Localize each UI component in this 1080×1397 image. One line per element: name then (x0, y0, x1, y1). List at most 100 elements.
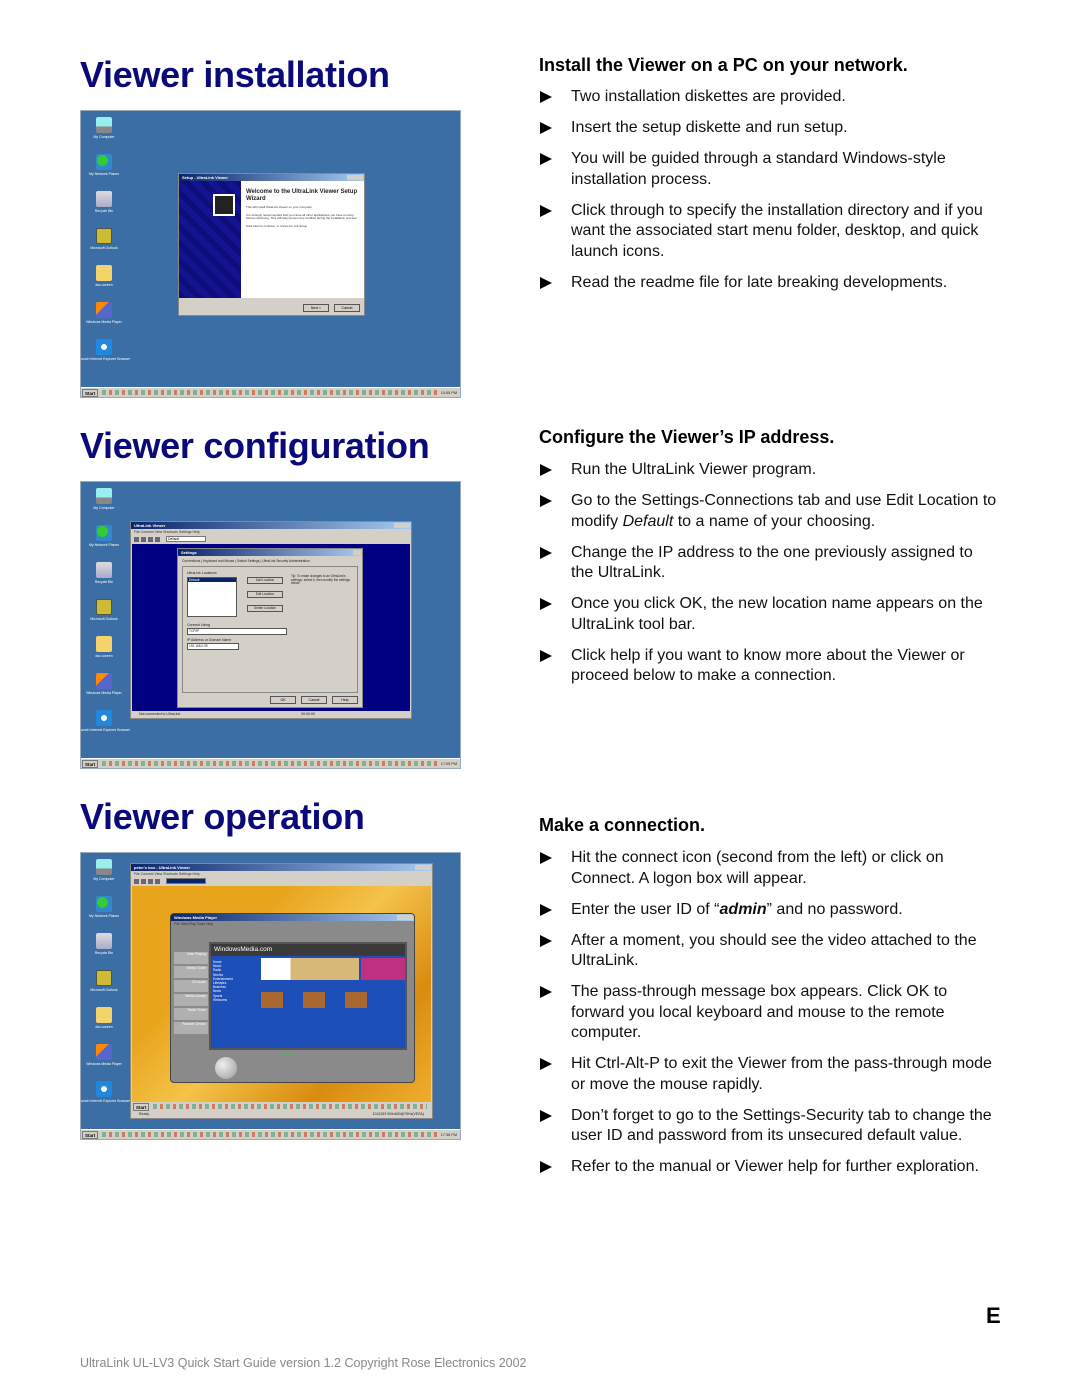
desktop-icon: My Network Places (81, 523, 127, 560)
wizard-body: Welcome to the UltraLink Viewer Setup Wi… (241, 181, 364, 298)
page-letter: E (986, 1303, 1001, 1328)
internet-explorer-icon (96, 710, 112, 726)
start-button: Start (82, 388, 99, 397)
desktop-icon: My Computer (81, 857, 127, 894)
triangle-bullet-icon (540, 649, 552, 662)
recycle-bin-icon (96, 933, 112, 949)
window-titlebar: UltraLink Viewer (131, 522, 411, 529)
computer-icon (96, 117, 112, 133)
quick-launch-icons (102, 1132, 437, 1137)
player-status: Ready (283, 1052, 294, 1056)
folder-icon (96, 1007, 112, 1023)
play-icon (215, 1057, 237, 1079)
bullet-item: Insert the setup diskette and run setup. (539, 118, 999, 139)
desktop-icon: Microsoft Outlook (81, 968, 127, 1005)
dialog-titlebar: Settings (178, 549, 362, 556)
media-thumbnails (261, 992, 367, 1008)
player-titlebar: Windows Media Player (171, 914, 414, 921)
desktop-icon: doc-screen (81, 263, 127, 300)
desktop-icon: doc-screen (81, 634, 127, 671)
desktop-icons: My Computer My Network Places Recycle Bi… (81, 486, 130, 745)
desktop-icon: doc-screen (81, 1005, 127, 1042)
subheading-install: Install the Viewer on a PC on your netwo… (539, 55, 908, 75)
section-title-configuration: Viewer configuration (80, 425, 430, 466)
bullet-list-configure: Run the UltraLink Viewer program. Go to … (539, 460, 999, 697)
desktop-icon: Recycle Bin (81, 931, 127, 968)
player-menu: File View Play Tools Help (174, 922, 214, 926)
bullet-item: Click help if you want to know more abou… (539, 646, 999, 687)
delete-location-button: Delete Location (247, 605, 283, 612)
bullet-item: Click through to specify the installatio… (539, 201, 999, 263)
save-icon (134, 878, 139, 884)
outlook-icon (96, 228, 112, 244)
settings-tabs: Connections | Keyboard and Mouse | Switc… (182, 559, 310, 563)
triangle-bullet-icon (540, 546, 552, 559)
bullet-item: Two installation diskettes are provided. (539, 87, 999, 108)
triangle-bullet-icon (540, 276, 552, 289)
settings-dialog: Settings Connections | Keyboard and Mous… (177, 548, 363, 708)
bullet-item: After a moment, you should see the video… (539, 931, 999, 972)
toolbar (131, 877, 432, 885)
desktop-icon: My Network Places (81, 152, 127, 189)
ip-address-field: 192.168.0.99 (187, 643, 239, 650)
computer-icon (96, 859, 112, 875)
desktop-icon: Windows Media Player (81, 1042, 127, 1079)
save-icon (134, 536, 139, 542)
desktop-icon: Launch Internet Explorer Browser (81, 1079, 130, 1116)
location-combo: Default (166, 536, 206, 542)
desktop-icon: My Network Places (81, 894, 127, 931)
triangle-bullet-icon (540, 204, 552, 217)
connect-using-select: TCP/IP (187, 628, 287, 635)
folder-icon (96, 636, 112, 652)
cancel-button: Cancel (334, 304, 360, 312)
help-button: Help (332, 696, 358, 704)
player-side-buttons: Now Playing Media Guide CD Audio Media L… (174, 952, 208, 1034)
quick-launch-icons (102, 761, 437, 766)
bullet-item: Once you click OK, the new location name… (539, 594, 999, 635)
bullet-item: Don’t forget to go to the Settings-Secur… (539, 1106, 999, 1147)
footer-copyright: UltraLink UL-LV3 Quick Start Guide versi… (80, 1356, 527, 1370)
tonight-banner (261, 958, 359, 980)
section-title-operation: Viewer operation (80, 796, 365, 837)
desktop-icon: Launch Internet Explorer Browser (81, 708, 130, 745)
clock: 17:38 PM (440, 1132, 457, 1137)
triangle-bullet-icon (540, 495, 552, 507)
desktop-icon: Windows Media Player (81, 671, 127, 708)
setup-wizard-window: Setup - UltraLink Viewer Welcome to the … (178, 173, 365, 316)
section-title-installation: Viewer installation (80, 54, 390, 95)
connect-icon (141, 878, 146, 884)
window-controls (347, 175, 363, 180)
network-icon (96, 525, 112, 541)
media-player-icon (96, 673, 112, 689)
computer-icon (96, 488, 112, 504)
desktop-icon: My Computer (81, 486, 127, 523)
bullet-item: Enter the user ID of “admin” and no pass… (539, 900, 999, 921)
recycle-bin-icon (96, 191, 112, 207)
start-button: Start (82, 759, 99, 768)
folder-icon (96, 265, 112, 281)
subheading-configure: Configure the Viewer’s IP address. (539, 427, 835, 447)
ok-button: OK (270, 696, 296, 704)
window-controls (353, 550, 361, 555)
triangle-bullet-icon (540, 1058, 552, 1070)
toolbar: Default (131, 535, 411, 543)
clock: 17:05 PM (440, 761, 457, 766)
cancel-button: Cancel (301, 696, 327, 704)
triangle-bullet-icon (540, 1109, 552, 1122)
taskbar: Start 10:55 PM (81, 387, 460, 397)
bullet-item: Go to the Settings-Connections tab and u… (539, 491, 999, 532)
bullet-item: The pass-through message box appears. Cl… (539, 982, 999, 1044)
remote-desktop-view: Windows Media Player File View Play Tool… (132, 886, 431, 1111)
media-guide-screen: WindowsMedia.com Home Music Radio Movies… (209, 942, 407, 1050)
quick-launch-icons (102, 390, 437, 395)
triangle-bullet-icon (540, 986, 552, 998)
window-controls (397, 915, 413, 920)
windowsmedia-brand: WindowsMedia.com (211, 944, 405, 956)
subheading-connect: Make a connection. (539, 815, 706, 835)
media-player-icon (96, 302, 112, 318)
window-titlebar: peter's box - UltraLink Viewer (131, 864, 432, 871)
edit-location-button: Edit Location (247, 591, 283, 598)
status-bar: Not connected to UltraLink 00:00:00 (139, 712, 315, 716)
ultralink-viewer-window: peter's box - UltraLink Viewer File Conn… (130, 863, 433, 1119)
triangle-bullet-icon (540, 464, 552, 476)
